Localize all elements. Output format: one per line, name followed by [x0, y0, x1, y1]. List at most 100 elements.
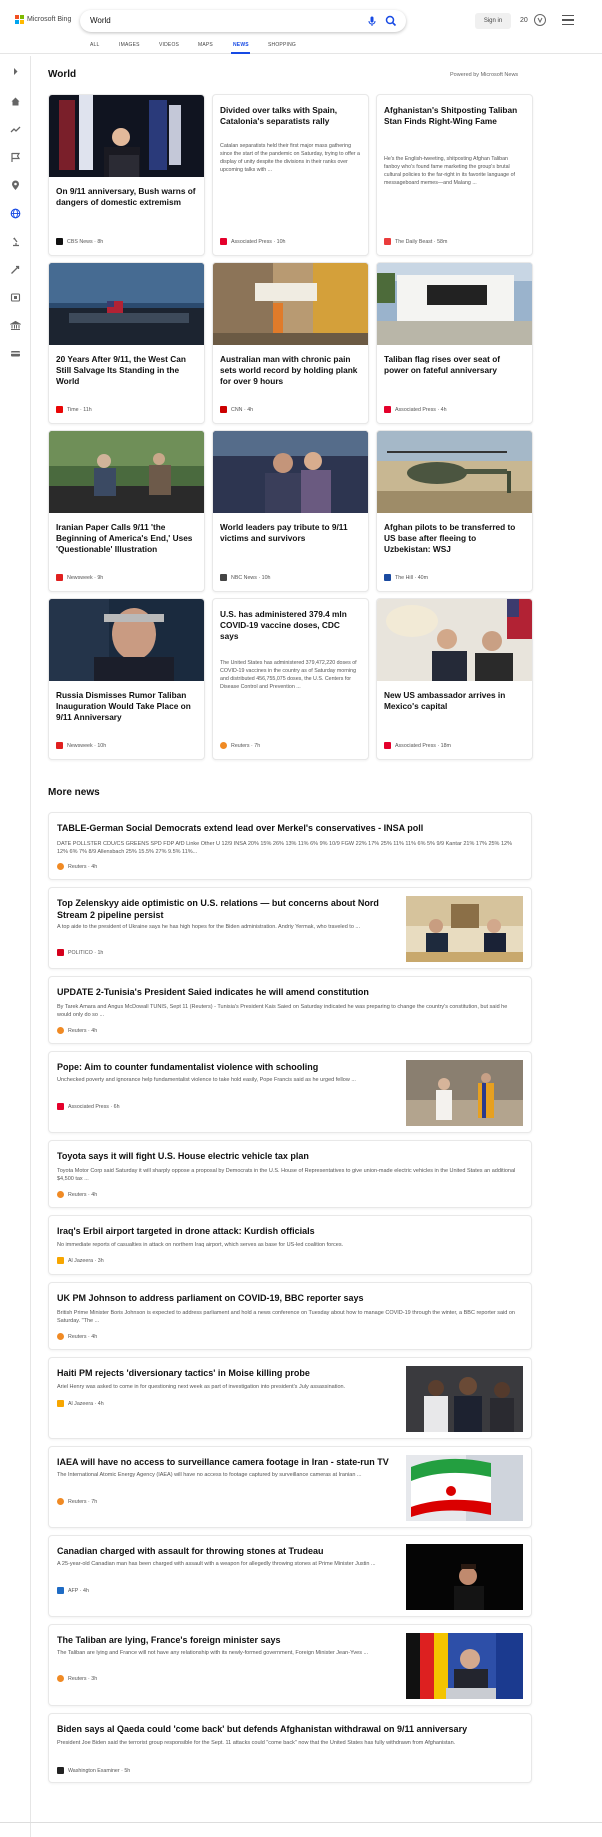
- bing-logo[interactable]: Microsoft Bing: [15, 15, 71, 24]
- money-icon[interactable]: [10, 348, 21, 359]
- globe-icon[interactable]: [10, 208, 21, 219]
- news-list-item[interactable]: UK PM Johnson to address parliament on C…: [48, 1282, 532, 1350]
- bank-icon[interactable]: [10, 320, 21, 331]
- rewards-points[interactable]: 20: [520, 17, 528, 24]
- menu-icon[interactable]: [562, 15, 574, 26]
- card-source[interactable]: CNN · 4h: [220, 406, 253, 413]
- news-list-item[interactable]: IAEA will have no access to surveillance…: [48, 1446, 532, 1528]
- card-title[interactable]: Australian man with chronic pain sets wo…: [220, 354, 360, 387]
- news-card[interactable]: Afghan pilots to be transferred to US ba…: [376, 430, 533, 592]
- news-title[interactable]: IAEA will have no access to surveillance…: [57, 1456, 397, 1468]
- news-source[interactable]: Reuters · 4h: [57, 1027, 97, 1034]
- card-title[interactable]: New US ambassador arrives in Mexico's ca…: [384, 690, 524, 712]
- news-card[interactable]: Divided over talks with Spain, Catalonia…: [212, 94, 369, 256]
- news-list-item[interactable]: UPDATE 2-Tunisia's President Saied indic…: [48, 976, 532, 1044]
- news-list-item[interactable]: Biden says al Qaeda could 'come back' bu…: [48, 1713, 532, 1783]
- news-source[interactable]: Associated Press · 6h: [57, 1103, 120, 1110]
- news-card[interactable]: On 9/11 anniversary, Bush warns of dange…: [48, 94, 205, 256]
- home-icon[interactable]: [10, 96, 21, 107]
- card-title[interactable]: Afghanistan's Shitposting Taliban Stan F…: [384, 105, 524, 127]
- news-card[interactable]: 20 Years After 9/11, the West Can Still …: [48, 262, 205, 424]
- news-source[interactable]: Reuters · 3h: [57, 1675, 97, 1682]
- card-title[interactable]: Divided over talks with Spain, Catalonia…: [220, 105, 360, 127]
- news-source[interactable]: Washington Examiner · 5h: [57, 1767, 130, 1774]
- news-list-item[interactable]: Pope: Aim to counter fundamentalist viol…: [48, 1051, 532, 1133]
- card-source[interactable]: NBC News · 10h: [220, 574, 270, 581]
- card-source[interactable]: Newsweek · 10h: [56, 742, 106, 749]
- search-box[interactable]: World: [80, 10, 406, 32]
- sign-in-button[interactable]: Sign in: [475, 13, 511, 29]
- news-title[interactable]: Iraq's Erbil airport targeted in drone a…: [57, 1225, 517, 1237]
- tab-maps[interactable]: MAPS: [198, 42, 213, 48]
- card-source[interactable]: CBS News · 8h: [56, 238, 103, 245]
- news-title[interactable]: TABLE-German Social Democrats extend lea…: [57, 822, 517, 834]
- news-title[interactable]: Haiti PM rejects 'diversionary tactics' …: [57, 1367, 397, 1379]
- news-card[interactable]: New US ambassador arrives in Mexico's ca…: [376, 598, 533, 760]
- news-card[interactable]: Russia Dismisses Rumor Taliban Inaugurat…: [48, 598, 205, 760]
- search-input[interactable]: World: [90, 16, 111, 25]
- card-source[interactable]: Associated Press · 18m: [384, 742, 451, 749]
- news-card[interactable]: Afghanistan's Shitposting Taliban Stan F…: [376, 94, 533, 256]
- news-list-item[interactable]: TABLE-German Social Democrats extend lea…: [48, 812, 532, 880]
- news-source[interactable]: AFP · 4h: [57, 1587, 89, 1594]
- card-source[interactable]: The Hill · 40m: [384, 574, 428, 581]
- card-source[interactable]: Associated Press · 10h: [220, 238, 285, 245]
- tab-videos[interactable]: VIDEOS: [159, 42, 179, 48]
- news-list-item[interactable]: Canadian charged with assault for throwi…: [48, 1535, 532, 1617]
- film-icon[interactable]: [10, 292, 21, 303]
- search-icon[interactable]: [385, 15, 397, 27]
- news-source[interactable]: Reuters · 4h: [57, 1333, 97, 1340]
- news-card[interactable]: Australian man with chronic pain sets wo…: [212, 262, 369, 424]
- card-source[interactable]: Associated Press · 4h: [384, 406, 447, 413]
- rocket-icon[interactable]: [10, 264, 21, 275]
- tab-images[interactable]: IMAGES: [119, 42, 140, 48]
- news-card[interactable]: World leaders pay tribute to 9/11 victim…: [212, 430, 369, 592]
- news-list-item[interactable]: The Taliban are lying, France's foreign …: [48, 1624, 532, 1706]
- card-title[interactable]: 20 Years After 9/11, the West Can Still …: [56, 354, 196, 387]
- news-snippet: Ariel Henry was asked to come in for que…: [57, 1384, 346, 1390]
- trending-icon[interactable]: [10, 124, 21, 135]
- card-title[interactable]: U.S. has administered 379.4 mln COVID-19…: [220, 609, 360, 642]
- news-source[interactable]: POLITICO · 1h: [57, 949, 103, 956]
- tab-shopping[interactable]: SHOPPING: [268, 42, 296, 48]
- news-list-item[interactable]: Toyota says it will fight U.S. House ele…: [48, 1140, 532, 1208]
- rewards-medal-icon[interactable]: [533, 13, 547, 27]
- card-title[interactable]: Taliban flag rises over seat of power on…: [384, 354, 524, 376]
- news-title[interactable]: Biden says al Qaeda could 'come back' bu…: [57, 1723, 517, 1735]
- news-card[interactable]: Taliban flag rises over seat of power on…: [376, 262, 533, 424]
- card-source[interactable]: The Daily Beast · 58m: [384, 238, 447, 245]
- card-title[interactable]: Afghan pilots to be transferred to US ba…: [384, 522, 524, 555]
- microscope-icon[interactable]: [10, 236, 21, 247]
- news-source[interactable]: Reuters · 4h: [57, 863, 97, 870]
- card-source[interactable]: Reuters · 7h: [220, 742, 260, 749]
- card-title[interactable]: Iranian Paper Calls 9/11 'the Beginning …: [56, 522, 196, 555]
- microphone-icon[interactable]: [366, 15, 378, 27]
- news-title[interactable]: Pope: Aim to counter fundamentalist viol…: [57, 1061, 397, 1073]
- card-source[interactable]: Time · 11h: [56, 406, 92, 413]
- news-card[interactable]: U.S. has administered 379.4 mln COVID-19…: [212, 598, 369, 760]
- news-source[interactable]: Al Jazeera · 3h: [57, 1257, 104, 1264]
- news-list-item[interactable]: Haiti PM rejects 'diversionary tactics' …: [48, 1357, 532, 1439]
- news-card[interactable]: Iranian Paper Calls 9/11 'the Beginning …: [48, 430, 205, 592]
- news-list-item[interactable]: Iraq's Erbil airport targeted in drone a…: [48, 1215, 532, 1275]
- tab-news[interactable]: NEWS: [233, 42, 249, 48]
- powered-by-label[interactable]: Powered by Microsoft News: [450, 72, 518, 78]
- news-title[interactable]: The Taliban are lying, France's foreign …: [57, 1634, 397, 1646]
- news-title[interactable]: Top Zelenskyy aide optimistic on U.S. re…: [57, 897, 397, 921]
- card-title[interactable]: World leaders pay tribute to 9/11 victim…: [220, 522, 360, 544]
- flag-icon[interactable]: [10, 152, 21, 163]
- card-title[interactable]: Russia Dismisses Rumor Taliban Inaugurat…: [56, 690, 196, 723]
- news-title[interactable]: UK PM Johnson to address parliament on C…: [57, 1292, 517, 1304]
- tab-all[interactable]: ALL: [90, 42, 100, 48]
- expand-chevron-icon[interactable]: [10, 66, 21, 77]
- news-source[interactable]: Reuters · 7h: [57, 1498, 97, 1505]
- location-pin-icon[interactable]: [10, 180, 21, 191]
- card-title[interactable]: On 9/11 anniversary, Bush warns of dange…: [56, 186, 196, 208]
- news-source[interactable]: Al Jazeera · 4h: [57, 1400, 104, 1407]
- card-source[interactable]: Newsweek · 9h: [56, 574, 103, 581]
- news-title[interactable]: UPDATE 2-Tunisia's President Saied indic…: [57, 986, 517, 998]
- news-title[interactable]: Canadian charged with assault for throwi…: [57, 1545, 397, 1557]
- news-source[interactable]: Reuters · 4h: [57, 1191, 97, 1198]
- news-list-item[interactable]: Top Zelenskyy aide optimistic on U.S. re…: [48, 887, 532, 969]
- news-title[interactable]: Toyota says it will fight U.S. House ele…: [57, 1150, 517, 1162]
